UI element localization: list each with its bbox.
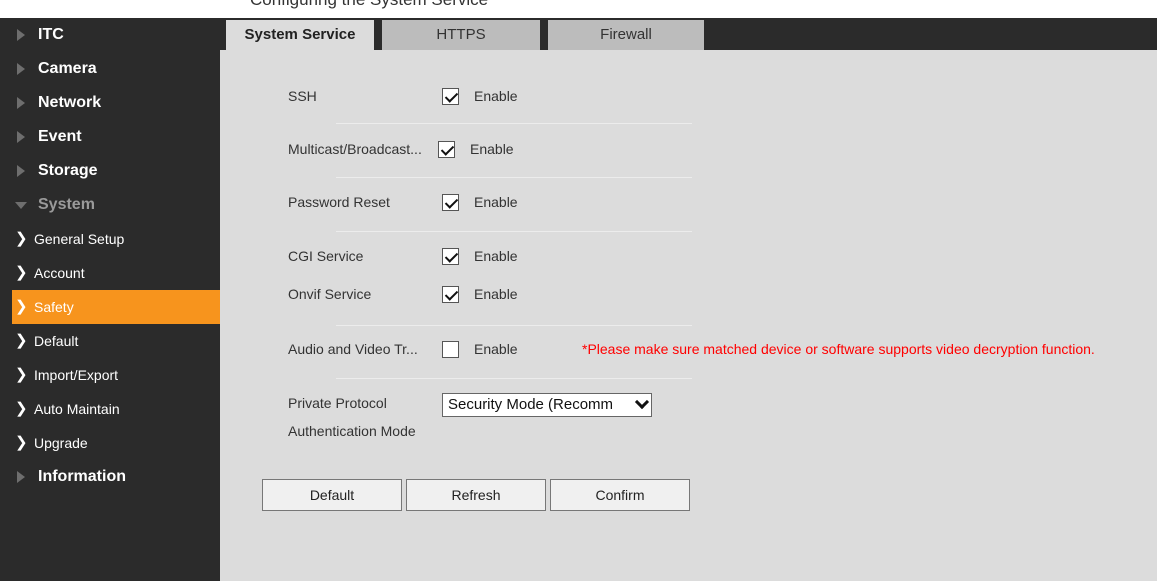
collapsed-triangle-icon bbox=[17, 29, 25, 41]
collapsed-triangle-icon bbox=[17, 63, 25, 75]
sidebar-item-label: Event bbox=[38, 128, 82, 145]
chevron-right-icon: ❯ bbox=[15, 332, 28, 349]
sidebar-item-upgrade[interactable]: ❯ Upgrade bbox=[0, 426, 220, 460]
authentication-mode-select[interactable]: Security Mode (Recomm bbox=[442, 393, 652, 417]
separator bbox=[336, 378, 692, 379]
ssh-label: SSH bbox=[288, 88, 317, 104]
av-transmission-label: Audio and Video Tr... bbox=[288, 341, 418, 357]
onvif-service-enable-label: Enable bbox=[474, 286, 518, 302]
sidebar-item-label: Auto Maintain bbox=[34, 401, 120, 417]
cgi-service-enable-label: Enable bbox=[474, 248, 518, 264]
sidebar-item-label: Information bbox=[38, 468, 126, 485]
sidebar-item-label: Camera bbox=[38, 60, 97, 77]
multicast-checkbox[interactable] bbox=[438, 141, 455, 158]
sidebar-item-label: Import/Export bbox=[34, 367, 119, 383]
sidebar-item-itc[interactable]: ITC bbox=[0, 18, 220, 52]
sidebar-item-general-setup[interactable]: ❯ General Setup bbox=[0, 222, 220, 256]
onvif-service-label: Onvif Service bbox=[288, 286, 372, 302]
multicast-label: Multicast/Broadcast... bbox=[288, 141, 422, 157]
multicast-enable-label: Enable bbox=[470, 141, 514, 157]
collapsed-triangle-icon bbox=[17, 165, 25, 177]
sidebar-item-label: General Setup bbox=[34, 231, 125, 247]
top-caption-strip: Configuring the System Service bbox=[0, 0, 1157, 18]
authentication-mode-value: Security Mode (Recomm bbox=[448, 396, 614, 413]
sidebar-item-camera[interactable]: Camera bbox=[0, 52, 220, 86]
separator bbox=[336, 123, 692, 124]
system-service-panel: SSH Enable Multicast/Broadcast... Enable… bbox=[220, 50, 1157, 581]
tab-bar: System Service HTTPS Firewall bbox=[220, 18, 1157, 50]
sidebar-item-label: ITC bbox=[38, 26, 64, 43]
separator bbox=[336, 325, 692, 326]
password-reset-checkbox[interactable] bbox=[442, 194, 459, 211]
private-protocol-label: Private Protocol bbox=[288, 395, 387, 411]
sidebar-item-network[interactable]: Network bbox=[0, 86, 220, 120]
ssh-checkbox[interactable] bbox=[442, 88, 459, 105]
sidebar-item-safety[interactable]: ❯ Safety bbox=[12, 290, 220, 324]
password-reset-label: Password Reset bbox=[288, 194, 390, 210]
av-transmission-checkbox[interactable] bbox=[442, 341, 459, 358]
chevron-right-icon: ❯ bbox=[15, 264, 28, 281]
confirm-button[interactable]: Confirm bbox=[550, 479, 690, 511]
tab-firewall[interactable]: Firewall bbox=[548, 20, 704, 50]
collapsed-triangle-icon bbox=[17, 97, 25, 109]
sidebar-item-account[interactable]: ❯ Account bbox=[0, 256, 220, 290]
decryption-warning-text: *Please make sure matched device or soft… bbox=[582, 341, 1095, 357]
sidebar-item-system[interactable]: System bbox=[0, 188, 220, 222]
chevron-right-icon: ❯ bbox=[15, 298, 28, 315]
refresh-button[interactable]: Refresh bbox=[406, 479, 546, 511]
sidebar-item-label: Safety bbox=[34, 299, 74, 315]
tab-https[interactable]: HTTPS bbox=[382, 20, 540, 50]
sidebar-item-label: Account bbox=[34, 265, 85, 281]
sidebar-item-auto-maintain[interactable]: ❯ Auto Maintain bbox=[0, 392, 220, 426]
chevron-right-icon: ❯ bbox=[15, 434, 28, 451]
sidebar-item-information[interactable]: Information bbox=[0, 460, 220, 494]
sidebar-item-label: Default bbox=[34, 333, 79, 349]
authentication-mode-label: Authentication Mode bbox=[288, 423, 416, 439]
sidebar-item-label: Network bbox=[38, 94, 102, 111]
sidebar-item-label: Upgrade bbox=[34, 435, 88, 451]
chevron-right-icon: ❯ bbox=[15, 400, 28, 417]
sidebar-item-storage[interactable]: Storage bbox=[0, 154, 220, 188]
password-reset-enable-label: Enable bbox=[474, 194, 518, 210]
ssh-enable-label: Enable bbox=[474, 88, 518, 104]
sidebar-item-default[interactable]: ❯ Default bbox=[0, 324, 220, 358]
collapsed-triangle-icon bbox=[17, 131, 25, 143]
sidebar-item-label: Storage bbox=[38, 162, 98, 179]
separator bbox=[336, 231, 692, 232]
sidebar-item-label: System bbox=[38, 196, 95, 213]
cgi-service-label: CGI Service bbox=[288, 248, 364, 264]
sidebar-item-event[interactable]: Event bbox=[0, 120, 220, 154]
sidebar: ITC Camera Network Event Storage System … bbox=[0, 18, 220, 581]
app-window: Configuring the System Service ITC Camer… bbox=[0, 0, 1157, 581]
separator bbox=[336, 177, 692, 178]
chevron-right-icon: ❯ bbox=[15, 230, 28, 247]
onvif-service-checkbox[interactable] bbox=[442, 286, 459, 303]
cgi-service-checkbox[interactable] bbox=[442, 248, 459, 265]
top-caption: Configuring the System Service bbox=[250, 0, 488, 10]
expanded-triangle-icon bbox=[15, 202, 27, 209]
sidebar-item-import-export[interactable]: ❯ Import/Export bbox=[0, 358, 220, 392]
default-button[interactable]: Default bbox=[262, 479, 402, 511]
collapsed-triangle-icon bbox=[17, 471, 25, 483]
chevron-right-icon: ❯ bbox=[15, 366, 28, 383]
tab-system-service[interactable]: System Service bbox=[226, 20, 374, 50]
av-transmission-enable-label: Enable bbox=[474, 341, 518, 357]
chevron-down-icon bbox=[634, 394, 650, 410]
